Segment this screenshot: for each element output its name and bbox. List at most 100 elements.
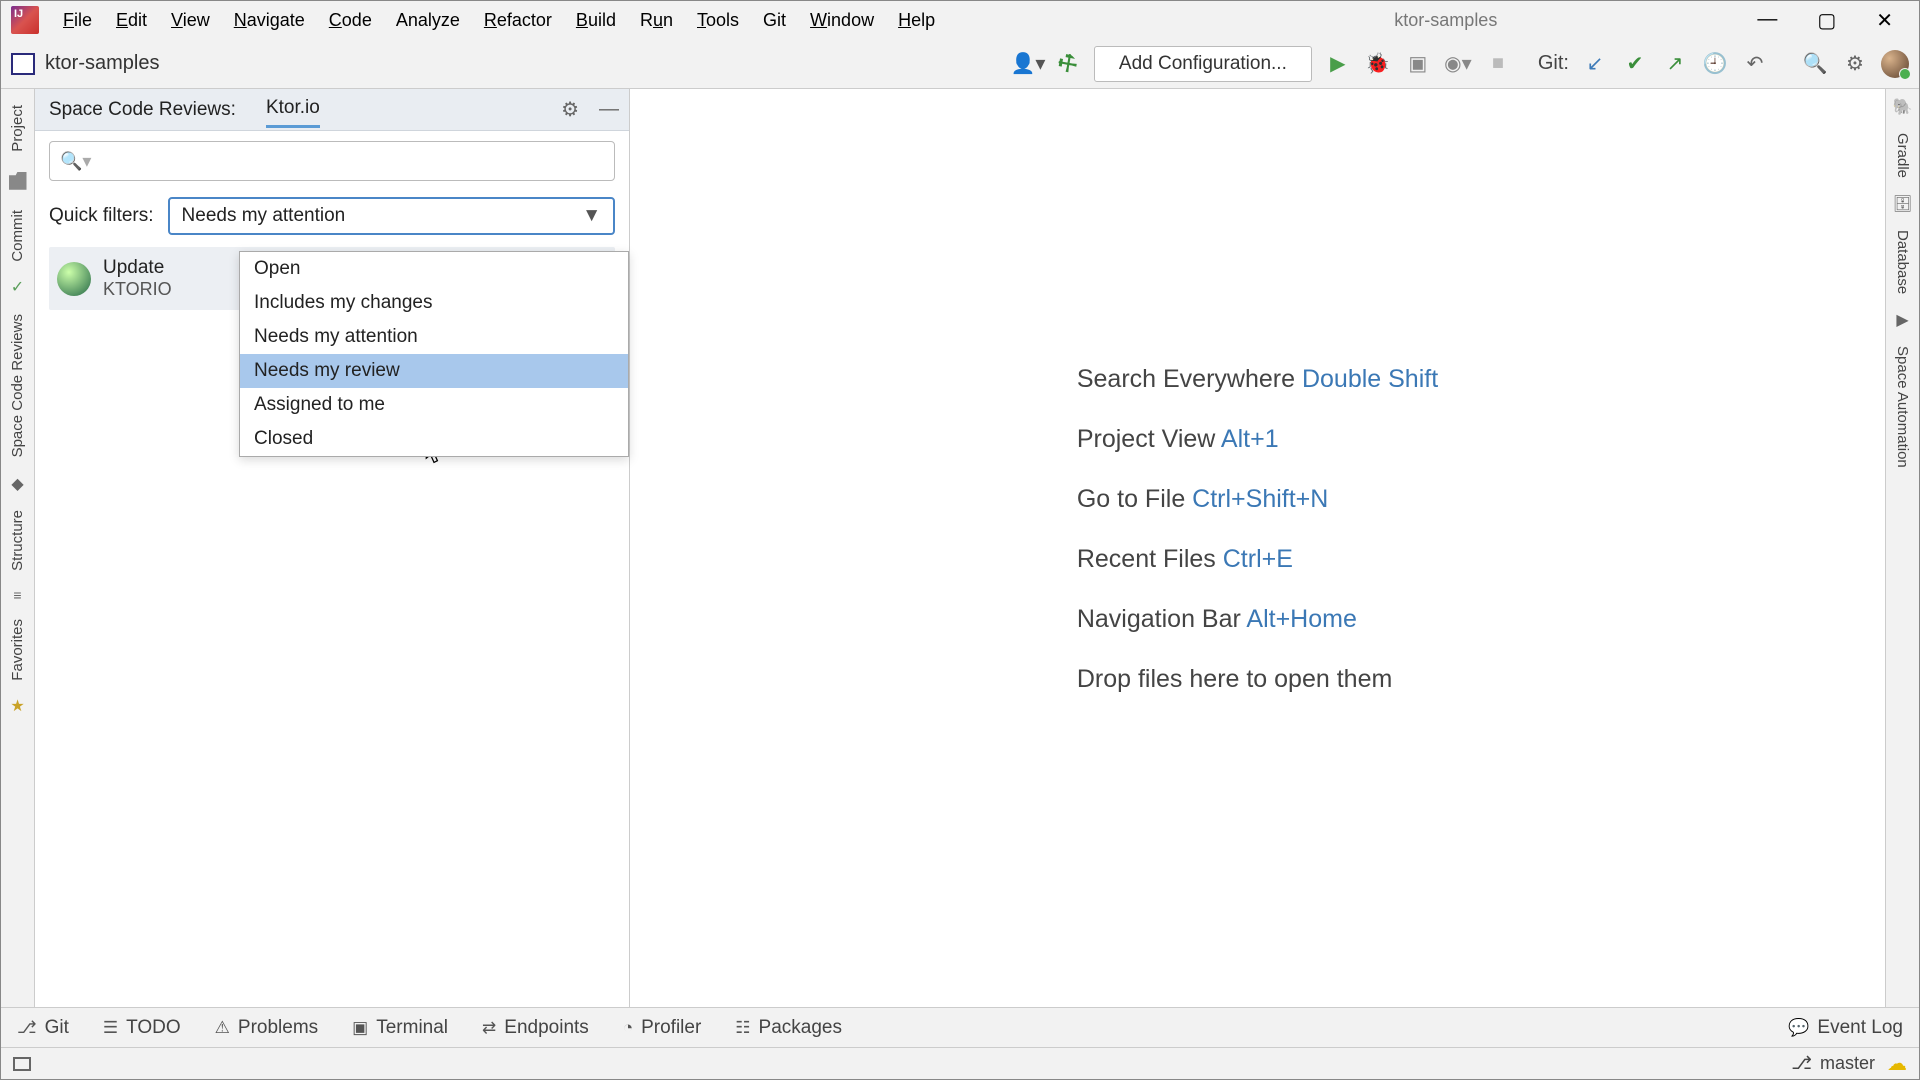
branch-icon: ⎇ bbox=[17, 1018, 37, 1038]
gradle-icon: 🐘 bbox=[1893, 97, 1913, 117]
hint-row: Go to File Ctrl+Shift+N bbox=[1077, 469, 1438, 529]
hint-row: Search Everywhere Double Shift bbox=[1077, 349, 1438, 409]
toolwin-git[interactable]: ⎇Git bbox=[17, 1017, 69, 1039]
filter-option-attention[interactable]: Needs my attention bbox=[240, 320, 628, 354]
search-input[interactable]: 🔍▾ bbox=[49, 141, 615, 181]
build-icon[interactable]: ⚒ bbox=[1043, 39, 1092, 87]
toolwin-gradle[interactable]: Gradle bbox=[1894, 127, 1911, 184]
left-toolstrip: Project Commit ✓ Space Code Reviews ◆ St… bbox=[1, 89, 35, 1007]
git-commit-icon[interactable]: ✔ bbox=[1617, 47, 1653, 81]
review-title: Update bbox=[103, 257, 172, 279]
filter-option-assigned[interactable]: Assigned to me bbox=[240, 388, 628, 422]
toolwin-todo[interactable]: ☰TODO bbox=[103, 1017, 181, 1039]
git-pull-icon[interactable]: ↙ bbox=[1577, 47, 1613, 81]
code-reviews-panel: Space Code Reviews: Ktor.io ⚙ — 🔍▾ Quick… bbox=[35, 89, 630, 1007]
toolwin-terminal[interactable]: ▣Terminal bbox=[352, 1017, 448, 1039]
filter-value: Needs my attention bbox=[182, 205, 346, 227]
git-push-icon[interactable]: ↗ bbox=[1657, 47, 1693, 81]
menu-refactor[interactable]: Refactor bbox=[472, 10, 564, 31]
settings-icon[interactable]: ⚙ bbox=[1837, 47, 1873, 81]
sync-status-icon[interactable]: ☁ bbox=[1887, 1051, 1907, 1076]
editor-placeholder: Search Everywhere Double Shift Project V… bbox=[630, 89, 1885, 1007]
toolwin-commit[interactable]: Commit bbox=[9, 204, 26, 268]
list-icon: ☰ bbox=[103, 1018, 118, 1038]
menu-view[interactable]: View bbox=[159, 10, 222, 31]
toolwin-problems[interactable]: ⚠Problems bbox=[215, 1017, 319, 1039]
hint-row: Navigation Bar Alt+Home bbox=[1077, 589, 1438, 649]
toolwin-favorites[interactable]: Favorites bbox=[9, 613, 26, 687]
maximize-icon[interactable]: ▢ bbox=[1817, 8, 1836, 33]
toolwin-structure[interactable]: Structure bbox=[9, 504, 26, 577]
menu-build[interactable]: Build bbox=[564, 10, 628, 31]
toolwin-project[interactable]: Project bbox=[9, 99, 26, 158]
filter-option-includes[interactable]: Includes my changes bbox=[240, 286, 628, 320]
filter-option-open[interactable]: Open bbox=[240, 252, 628, 286]
menu-navigate[interactable]: Navigate bbox=[222, 10, 317, 31]
menu-edit[interactable]: Edit bbox=[104, 10, 159, 31]
reviews-icon: ◆ bbox=[11, 474, 23, 494]
magnifier-icon: 🔍▾ bbox=[60, 151, 91, 172]
speech-icon: 💬 bbox=[1788, 1018, 1809, 1038]
history-icon[interactable]: 🕘 bbox=[1697, 47, 1733, 81]
toolwin-eventlog[interactable]: 💬Event Log bbox=[1788, 1017, 1903, 1039]
search-icon[interactable]: 🔍 bbox=[1797, 47, 1833, 81]
toolwin-database[interactable]: Database bbox=[1894, 224, 1911, 300]
main-toolbar: ktor-samples 👤▾ ⚒ Add Configuration... ▶… bbox=[1, 39, 1919, 89]
coverage-icon[interactable]: ▣ bbox=[1400, 47, 1436, 81]
chevron-down-icon: ▼ bbox=[582, 205, 601, 227]
run-config-selector[interactable]: Add Configuration... bbox=[1094, 46, 1312, 82]
filter-option-review[interactable]: Needs my review bbox=[240, 354, 628, 388]
review-id: KTORIO bbox=[103, 279, 172, 300]
minimize-panel-icon[interactable]: — bbox=[599, 98, 619, 121]
filter-dropdown: Open Includes my changes Needs my attent… bbox=[239, 251, 629, 457]
codewithme-icon[interactable]: 👤▾ bbox=[1010, 47, 1046, 81]
hint-row: Project View Alt+1 bbox=[1077, 409, 1438, 469]
avatar bbox=[57, 262, 91, 296]
panel-title: Space Code Reviews: bbox=[49, 99, 236, 121]
filter-label: Quick filters: bbox=[49, 205, 154, 227]
debug-icon[interactable]: 🐞 bbox=[1360, 47, 1396, 81]
quick-filter-select[interactable]: Needs my attention ▼ bbox=[168, 197, 615, 235]
hint-drop: Drop files here to open them bbox=[1077, 649, 1438, 709]
stop-icon[interactable]: ■ bbox=[1480, 47, 1516, 81]
structure-icon: ≡ bbox=[13, 587, 21, 603]
minimize-icon[interactable]: — bbox=[1757, 8, 1777, 33]
rollback-icon[interactable]: ↶ bbox=[1737, 47, 1773, 81]
toolwin-automation[interactable]: Space Automation bbox=[1894, 340, 1911, 474]
toolwin-profiler[interactable]: ◔Profiler bbox=[623, 1017, 701, 1039]
toolwin-reviews[interactable]: Space Code Reviews bbox=[9, 308, 26, 463]
menu-run[interactable]: Run bbox=[628, 10, 685, 31]
git-label: Git: bbox=[1538, 52, 1569, 75]
profiler-icon: ◔ bbox=[623, 1018, 633, 1038]
panel-tab[interactable]: Ktor.io bbox=[266, 91, 320, 128]
run-icon[interactable]: ▶ bbox=[1320, 47, 1356, 81]
automation-icon: ▶ bbox=[1896, 310, 1908, 330]
statusbar: ⎇master ☁ bbox=[1, 1047, 1919, 1079]
toolwin-packages[interactable]: ☷Packages bbox=[735, 1017, 842, 1039]
menubar: File Edit View Navigate Code Analyze Ref… bbox=[1, 1, 1919, 39]
app-icon bbox=[11, 6, 39, 34]
menu-help[interactable]: Help bbox=[886, 10, 947, 31]
endpoints-icon: ⇄ bbox=[482, 1018, 496, 1038]
database-icon: 🗄 bbox=[1892, 194, 1912, 214]
menu-window[interactable]: Window bbox=[798, 10, 886, 31]
window-title: ktor-samples bbox=[1394, 10, 1757, 31]
warning-icon: ⚠ bbox=[215, 1018, 230, 1038]
close-icon[interactable]: ✕ bbox=[1876, 8, 1893, 33]
toolwin-endpoints[interactable]: ⇄Endpoints bbox=[482, 1017, 589, 1039]
toolwindows-toggle-icon[interactable] bbox=[13, 1057, 31, 1071]
menu-file[interactable]: File bbox=[51, 10, 104, 31]
branch-glyph-icon: ⎇ bbox=[1791, 1053, 1812, 1074]
menu-code[interactable]: Code bbox=[317, 10, 384, 31]
account-avatar[interactable] bbox=[1881, 50, 1909, 78]
menu-analyze[interactable]: Analyze bbox=[384, 10, 472, 31]
gear-icon[interactable]: ⚙ bbox=[561, 97, 579, 122]
profile-icon[interactable]: ◉▾ bbox=[1440, 47, 1476, 81]
git-branch-widget[interactable]: ⎇master bbox=[1791, 1053, 1875, 1074]
folder-icon bbox=[9, 172, 27, 190]
menu-git[interactable]: Git bbox=[751, 10, 798, 31]
filter-option-closed[interactable]: Closed bbox=[240, 422, 628, 456]
menu-tools[interactable]: Tools bbox=[685, 10, 751, 31]
breadcrumb-project[interactable]: ktor-samples bbox=[45, 52, 159, 75]
terminal-icon: ▣ bbox=[352, 1018, 368, 1038]
